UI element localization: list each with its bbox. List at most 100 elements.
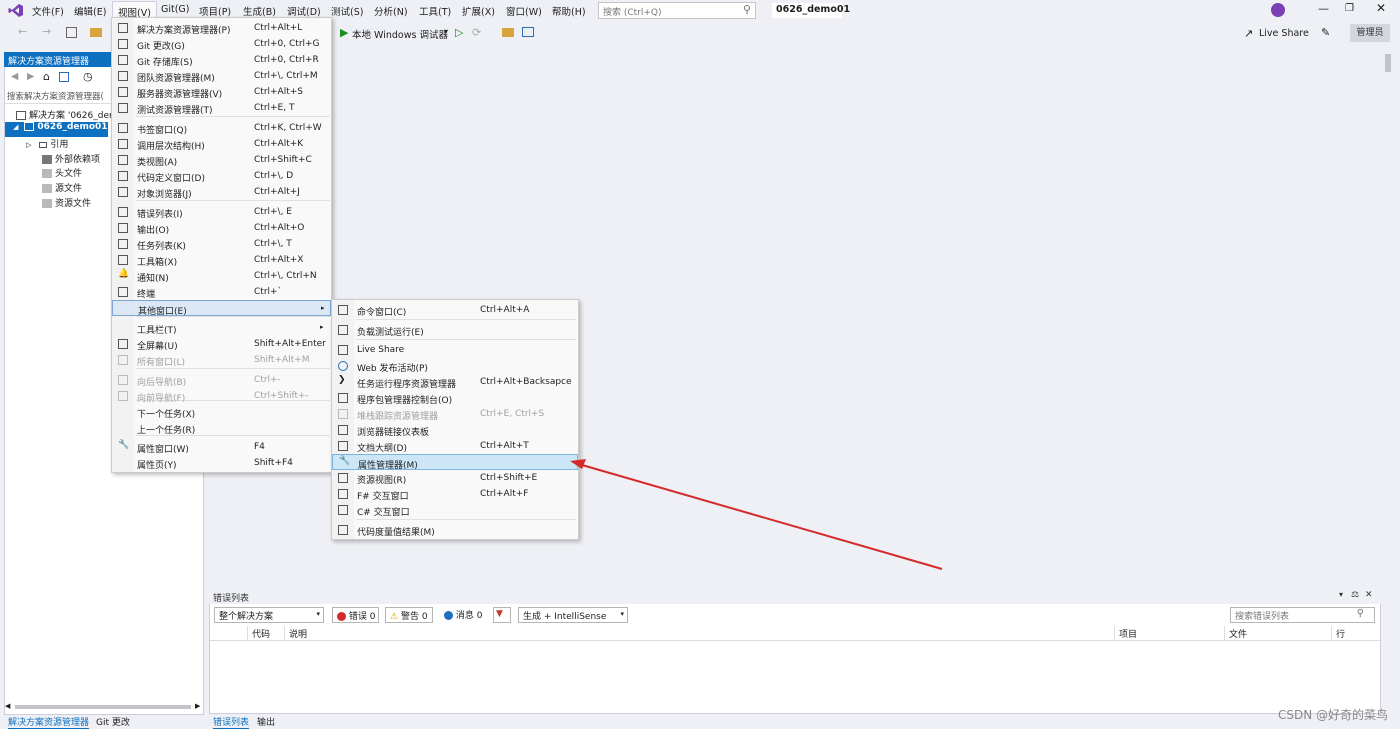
- column-header-file[interactable]: 文件: [1225, 626, 1332, 640]
- scroll-thumb[interactable]: [1385, 54, 1391, 72]
- close-icon[interactable]: ✕: [1365, 590, 1373, 600]
- vertical-scrollbar[interactable]: [1382, 52, 1394, 592]
- menu-edit[interactable]: 编辑(E): [74, 4, 106, 18]
- view-menu-item[interactable]: 属性页(Y) Shift+F4: [112, 455, 331, 471]
- other-windows-item[interactable]: 浏览器链接仪表板: [332, 422, 578, 438]
- menu-git[interactable]: Git(G): [161, 4, 190, 15]
- other-windows-item[interactable]: 负载测试运行(E): [332, 322, 578, 338]
- messages-filter-button[interactable]: 消息 0: [440, 607, 486, 623]
- attach-icon[interactable]: [502, 28, 514, 37]
- filter-icon[interactable]: ▼: [493, 607, 511, 623]
- restore-icon[interactable]: ❐: [1345, 3, 1354, 14]
- switch-view-icon[interactable]: [59, 72, 69, 82]
- forward-icon[interactable]: ▶: [27, 71, 34, 82]
- view-menu-item[interactable]: 代码定义窗口(D) Ctrl+\, D: [112, 168, 331, 184]
- tree-item-resource-files[interactable]: 资源文件: [40, 196, 91, 211]
- view-menu-item[interactable]: 🔧 属性窗口(W) F4: [112, 439, 331, 455]
- menu-extensions[interactable]: 扩展(X): [462, 4, 495, 18]
- view-menu-item[interactable]: 错误列表(I) Ctrl+\, E: [112, 204, 331, 220]
- other-windows-item[interactable]: C# 交互窗口: [332, 502, 578, 518]
- tab-output[interactable]: 输出: [257, 715, 275, 728]
- dropdown-chevron-icon[interactable]: ▾: [1339, 590, 1343, 599]
- layout-icon[interactable]: [522, 27, 534, 37]
- user-avatar-icon[interactable]: [1271, 3, 1285, 17]
- view-menu-item[interactable]: 对象浏览器(J) Ctrl+Alt+J: [112, 184, 331, 200]
- pin-icon[interactable]: ⚖: [1351, 590, 1359, 600]
- visual-studio-logo-icon[interactable]: [8, 3, 24, 18]
- other-windows-item[interactable]: ❯ 任务运行程序资源管理器 Ctrl+Alt+Backsapce: [332, 374, 578, 390]
- column-header-line[interactable]: 行: [1332, 626, 1380, 640]
- history-icon[interactable]: ◷: [83, 70, 93, 83]
- other-windows-item[interactable]: Live Share: [332, 342, 578, 358]
- menu-window[interactable]: 窗口(W): [506, 4, 542, 18]
- view-menu-item[interactable]: 类视图(A) Ctrl+Shift+C: [112, 152, 331, 168]
- view-menu-item[interactable]: 其他窗口(E) ▸: [112, 300, 331, 317]
- other-windows-item[interactable]: 🔧 属性管理器(M): [332, 454, 578, 471]
- view-menu-item[interactable]: 测试资源管理器(T) Ctrl+E, T: [112, 100, 331, 116]
- solution-search-input[interactable]: 搜索解决方案资源管理器(: [5, 90, 115, 104]
- build-filter-select[interactable]: 生成 + IntelliSense ▾: [518, 607, 628, 623]
- view-menu-item[interactable]: 向后导航(B) Ctrl+-: [112, 372, 331, 388]
- menu-build[interactable]: 生成(B): [243, 4, 276, 18]
- menu-tools[interactable]: 工具(T): [419, 4, 451, 18]
- tree-item-references[interactable]: ▷ 引用: [24, 137, 68, 152]
- tree-item-source-files[interactable]: 源文件: [40, 181, 82, 196]
- tree-item-project[interactable]: ◢ 0626_demo01: [5, 122, 108, 137]
- open-folder-icon[interactable]: [90, 28, 102, 37]
- other-windows-item[interactable]: Web 发布活动(P): [332, 358, 578, 374]
- dropdown-chevron-icon[interactable]: ▾: [444, 27, 448, 36]
- minimize-icon[interactable]: —: [1318, 2, 1329, 15]
- view-menu-item[interactable]: 团队资源管理器(M) Ctrl+\, Ctrl+M: [112, 68, 331, 84]
- back-icon[interactable]: ◀: [11, 71, 18, 82]
- column-header-project[interactable]: 项目: [1115, 626, 1225, 640]
- debug-target[interactable]: 本地 Windows 调试器: [352, 27, 448, 41]
- horizontal-scrollbar[interactable]: ◀ ▶: [5, 702, 203, 712]
- view-menu-item[interactable]: 终端 Ctrl+`: [112, 284, 331, 300]
- home-icon[interactable]: ⌂: [43, 70, 50, 83]
- tree-item-header-files[interactable]: 头文件: [40, 166, 82, 181]
- column-header-description[interactable]: 说明: [285, 626, 1115, 640]
- live-share-icon[interactable]: ↗: [1244, 27, 1253, 40]
- tab-git-changes[interactable]: Git 更改: [96, 715, 130, 728]
- scope-select[interactable]: 整个解决方案 ▾: [214, 607, 324, 623]
- close-icon[interactable]: ✕: [1376, 1, 1386, 15]
- forward-icon[interactable]: →: [42, 25, 51, 38]
- menu-project[interactable]: 项目(P): [199, 4, 231, 18]
- start-debug-icon[interactable]: ▶: [340, 26, 348, 39]
- view-menu-item[interactable]: Git 更改(G) Ctrl+0, Ctrl+G: [112, 36, 331, 52]
- start-without-debug-icon[interactable]: ▷: [455, 26, 463, 39]
- hot-reload-icon[interactable]: ⟳: [472, 26, 481, 39]
- other-windows-item[interactable]: 资源视图(R) Ctrl+Shift+E: [332, 470, 578, 486]
- tree-item-external-deps[interactable]: 外部依赖项: [40, 152, 100, 167]
- other-windows-item[interactable]: F# 交互窗口 Ctrl+Alt+F: [332, 486, 578, 502]
- expand-chevron-icon[interactable]: ◢: [13, 123, 18, 131]
- view-menu-item[interactable]: 输出(O) Ctrl+Alt+O: [112, 220, 331, 236]
- other-windows-item[interactable]: 文档大纲(D) Ctrl+Alt+T: [332, 438, 578, 454]
- back-icon[interactable]: ←: [18, 25, 27, 38]
- menu-analyze[interactable]: 分析(N): [374, 4, 408, 18]
- new-project-icon[interactable]: [66, 27, 77, 38]
- menu-debug[interactable]: 调试(D): [287, 4, 321, 18]
- other-windows-item[interactable]: 命令窗口(C) Ctrl+Alt+A: [332, 302, 578, 318]
- menu-test[interactable]: 测试(S): [331, 4, 363, 18]
- warnings-filter-button[interactable]: ⚠ 警告 0: [385, 607, 433, 623]
- live-share-button[interactable]: Live Share: [1259, 28, 1309, 39]
- menu-help[interactable]: 帮助(H): [552, 4, 586, 18]
- view-menu-item[interactable]: Git 存储库(S) Ctrl+0, Ctrl+R: [112, 52, 331, 68]
- view-menu-item[interactable]: 工具栏(T) ▸: [112, 320, 331, 336]
- other-windows-item[interactable]: 程序包管理器控制台(O): [332, 390, 578, 406]
- view-menu-item[interactable]: 全屏幕(U) Shift+Alt+Enter: [112, 336, 331, 352]
- other-windows-item[interactable]: 代码度量值结果(M): [332, 522, 578, 538]
- view-menu-item[interactable]: 上一个任务(R): [112, 420, 331, 436]
- error-search-input[interactable]: 搜索错误列表 ⚲: [1230, 607, 1375, 623]
- errors-filter-button[interactable]: 错误 0: [332, 607, 379, 623]
- view-menu-item[interactable]: 服务器资源管理器(V) Ctrl+Alt+S: [112, 84, 331, 100]
- search-input[interactable]: 搜索 (Ctrl+Q) ⚲: [598, 2, 756, 19]
- column-header-code[interactable]: 代码: [248, 626, 285, 640]
- scroll-thumb[interactable]: [15, 705, 191, 709]
- view-menu-item[interactable]: 书签窗口(Q) Ctrl+K, Ctrl+W: [112, 120, 331, 136]
- feedback-icon[interactable]: ✎: [1321, 26, 1330, 39]
- view-menu-item[interactable]: 调用层次结构(H) Ctrl+Alt+K: [112, 136, 331, 152]
- scroll-left-icon[interactable]: ◀: [5, 702, 10, 710]
- view-menu-item[interactable]: 所有窗口(L) Shift+Alt+M: [112, 352, 331, 368]
